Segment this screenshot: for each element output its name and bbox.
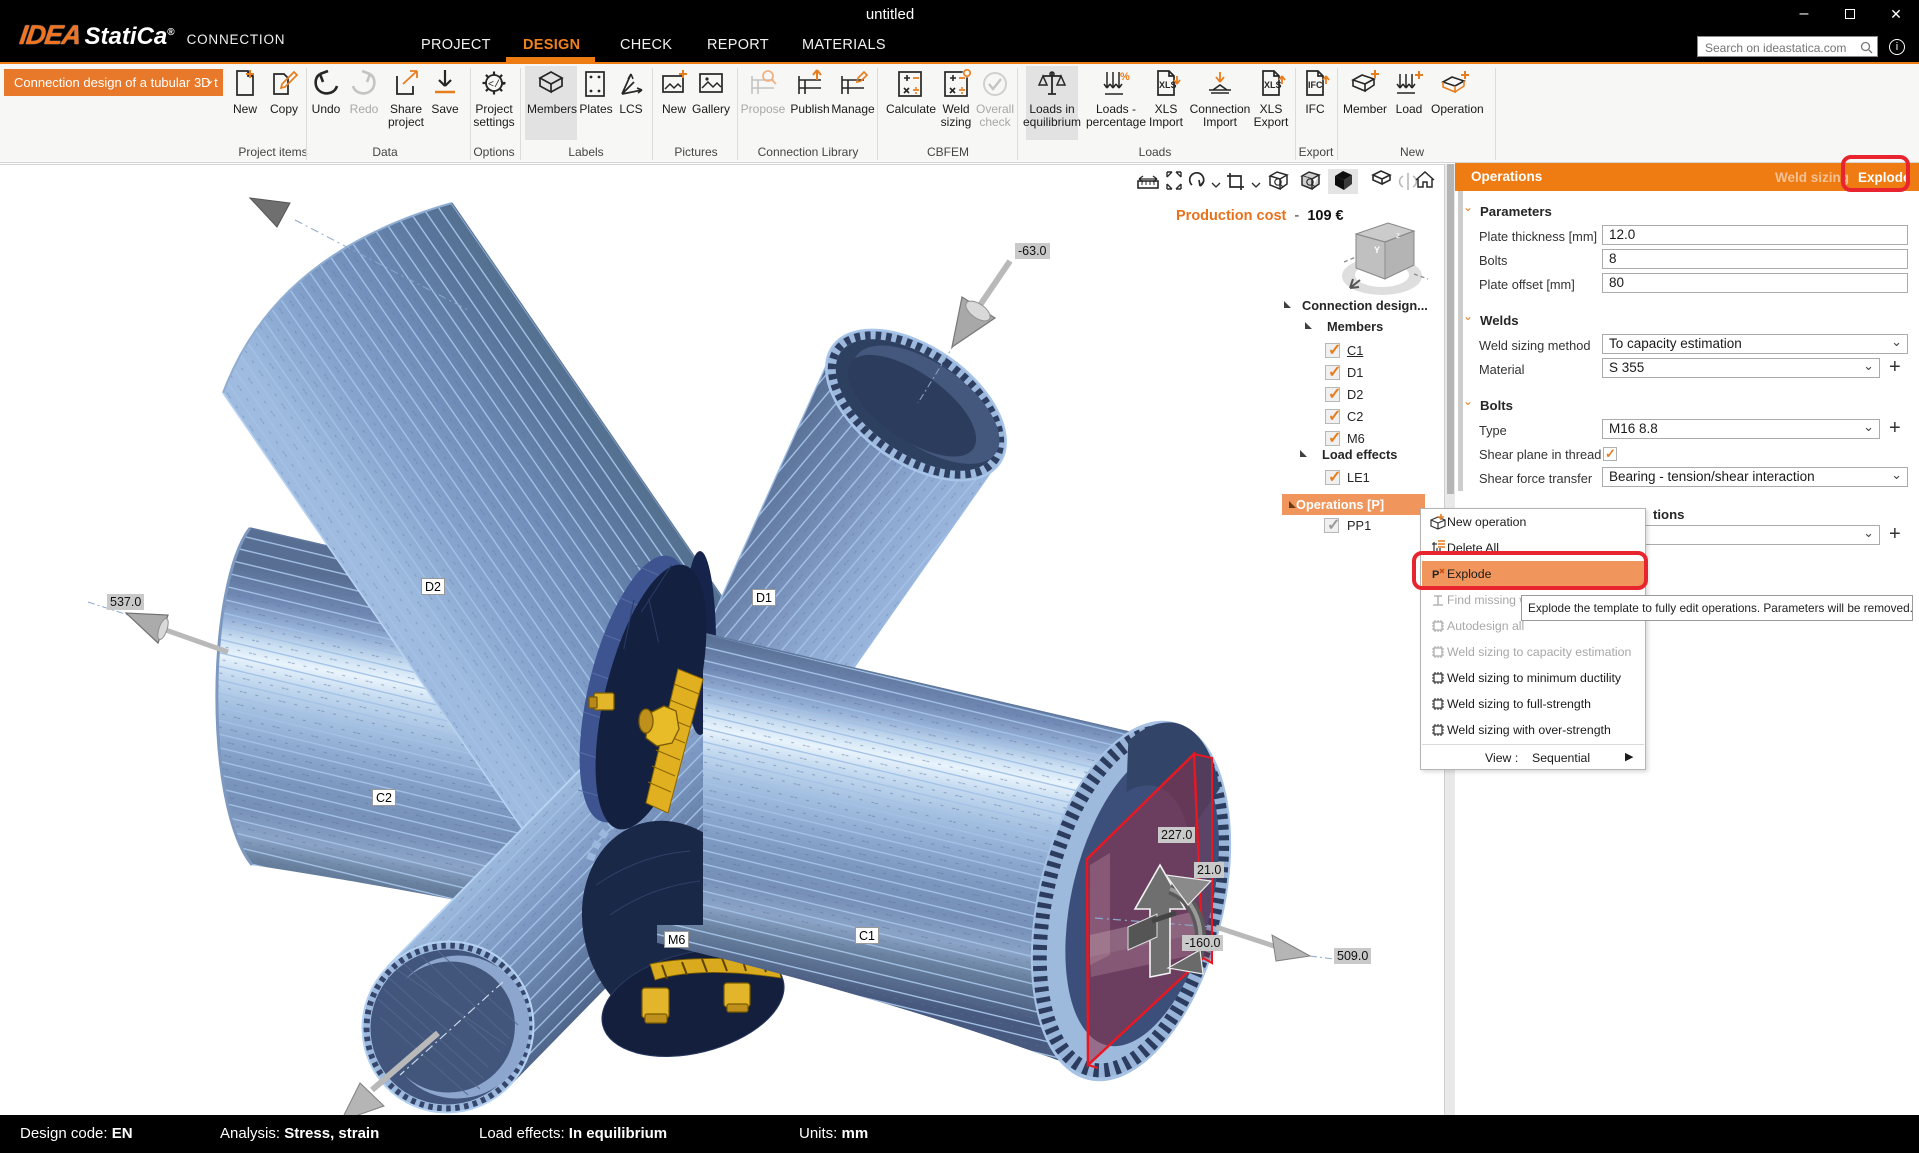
svg-text:</>: </> [488, 79, 506, 91]
svg-text:z: z [1396, 231, 1400, 240]
svg-text:IFC: IFC [1308, 80, 1323, 90]
svg-text:XLS: XLS [1159, 80, 1177, 90]
svg-text:XLS: XLS [1264, 80, 1282, 90]
svg-text:%: % [1120, 71, 1130, 83]
svg-text:Y: Y [1374, 245, 1380, 255]
